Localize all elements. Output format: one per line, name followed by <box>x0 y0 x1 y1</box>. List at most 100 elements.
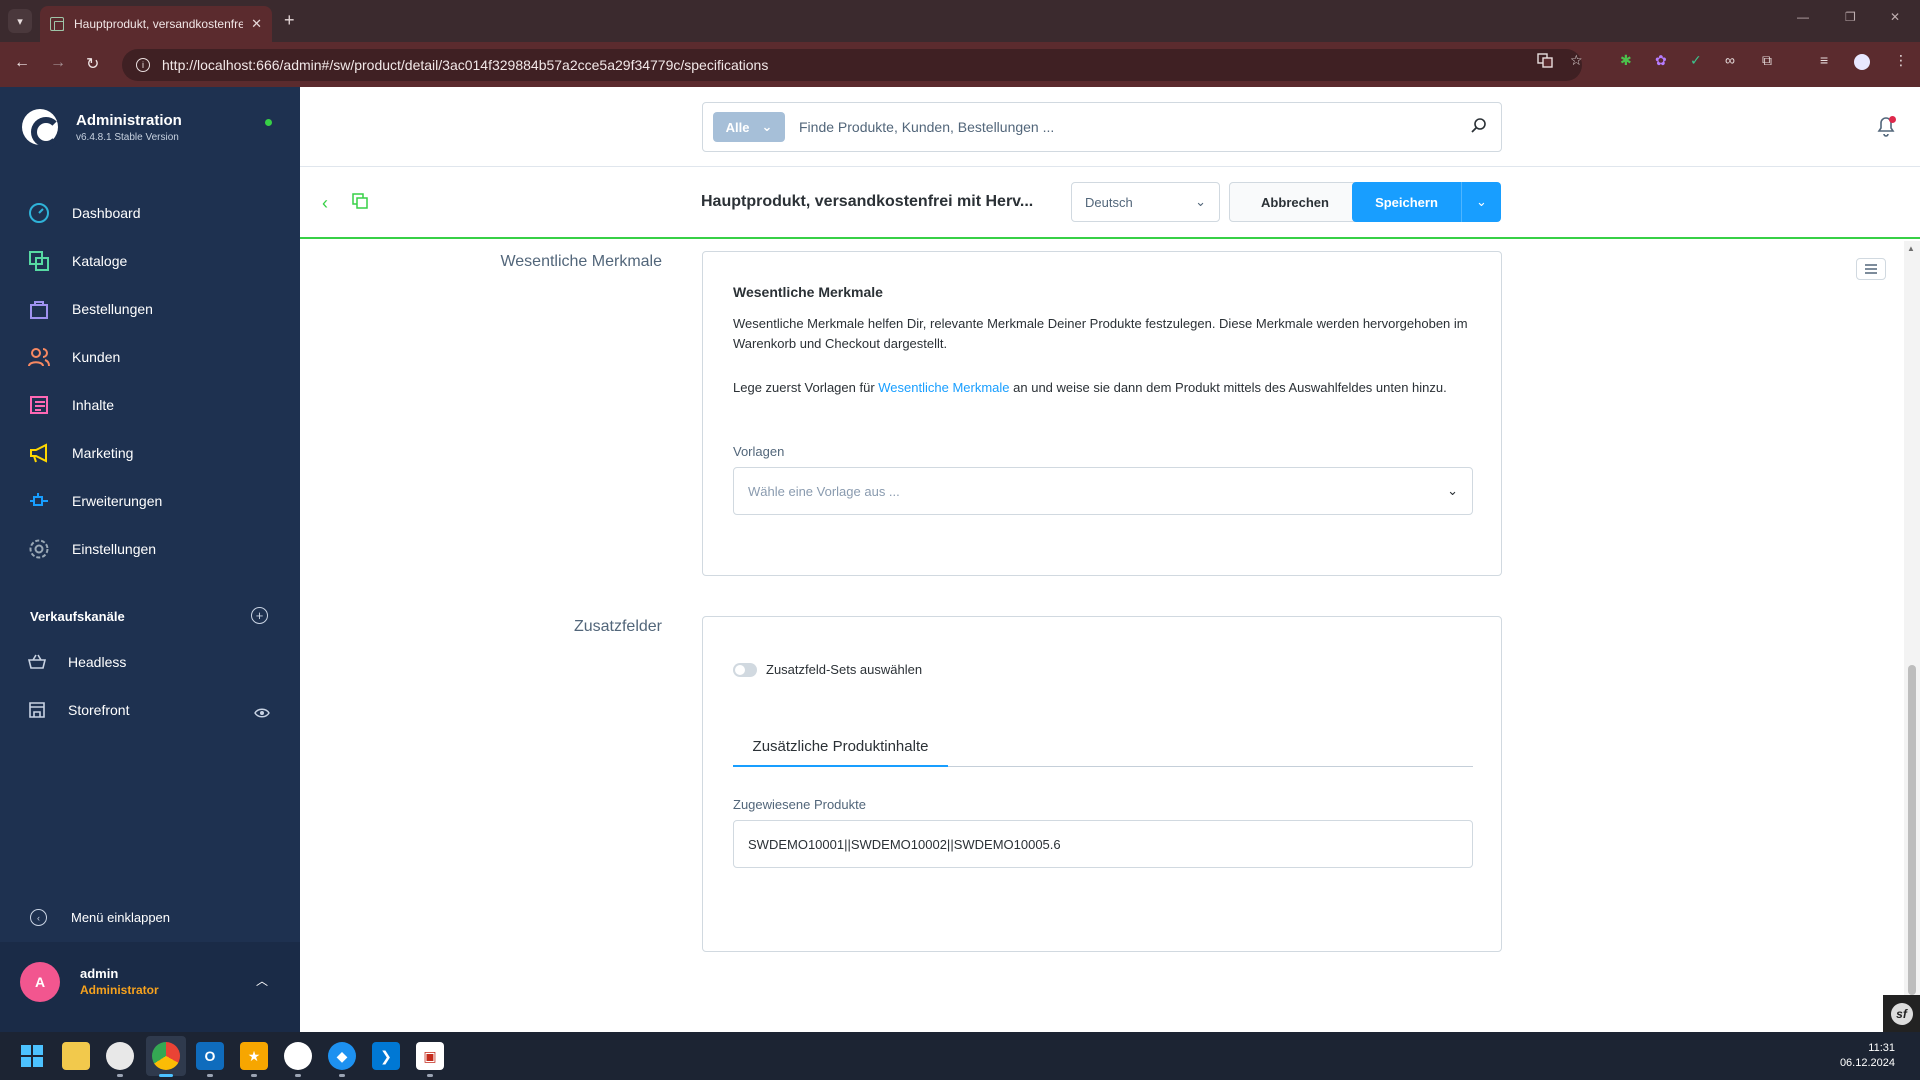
customers-icon <box>28 346 50 368</box>
back-arrow-icon[interactable]: ← <box>14 54 30 72</box>
minimize-button[interactable]: — <box>1797 10 1809 24</box>
sidebar-item-marketing[interactable]: Marketing <box>0 429 300 477</box>
media-controls-icon[interactable]: ≡ <box>1820 52 1828 68</box>
collapse-menu-button[interactable]: ‹ Menü einklappen <box>30 909 170 926</box>
chevron-up-icon[interactable]: ︿ <box>256 972 268 989</box>
brand-title: Administration <box>76 111 182 129</box>
eye-icon[interactable] <box>254 705 270 723</box>
add-sales-channel-icon[interactable]: + <box>251 607 268 624</box>
brand[interactable]: Administration v6.4.8.1 Stable Version <box>22 109 182 147</box>
custom-fields-card: Zusatzfeld-Sets auswählen Zusätzliche Pr… <box>702 616 1502 952</box>
windows-start-icon[interactable] <box>18 1042 46 1070</box>
back-chevron-icon[interactable]: ‹ <box>322 193 328 214</box>
extension-glasses-icon[interactable]: ∞ <box>1725 52 1735 68</box>
site-info-icon[interactable]: i <box>136 58 150 72</box>
global-search[interactable]: Alle ⌄ Finde Produkte, Kunden, Bestellun… <box>702 102 1502 152</box>
reload-icon[interactable]: ↻ <box>86 54 99 74</box>
search-type-select[interactable]: Alle ⌄ <box>713 112 785 142</box>
tab-close-icon[interactable]: ✕ <box>251 16 262 32</box>
custom-field-sets-toggle[interactable]: Zusatzfeld-Sets auswählen <box>733 662 922 677</box>
system-clock[interactable]: 11:31 06.12.2024 <box>1840 1041 1895 1071</box>
vscode-icon[interactable]: ❯ <box>372 1042 400 1070</box>
docker-icon[interactable]: ◆ <box>328 1042 356 1070</box>
sidebar-item-dashboard[interactable]: Dashboard <box>0 189 300 237</box>
hint-text: Lege zuerst Vorlagen für <box>733 380 879 395</box>
user-menu[interactable]: A admin Administrator ︿ <box>0 942 300 1032</box>
scroll-up-icon[interactable]: ▲ <box>1907 244 1915 253</box>
sidebar-item-kataloge[interactable]: Kataloge <box>0 237 300 285</box>
features-link[interactable]: Wesentliche Merkmale <box>878 380 1009 395</box>
extensions-icon <box>28 490 50 512</box>
sidebar-item-label: Kunden <box>72 349 121 365</box>
marketing-icon <box>28 442 50 464</box>
browser-menu-icon[interactable]: ⋮ <box>1894 52 1908 69</box>
address-bar[interactable]: i http://localhost:666/admin#/sw/product… <box>122 49 1582 81</box>
symfony-toolbar-icon[interactable]: sf <box>1883 995 1920 1032</box>
section-label-custom-fields: Zusatzfelder <box>573 618 662 635</box>
translate-icon[interactable] <box>1537 52 1553 71</box>
browser-tab-active[interactable]: Hauptprodukt, versandkostenfrei ✕ <box>40 6 272 42</box>
bookmark-star-icon[interactable]: ☆ <box>1570 52 1583 69</box>
extension-green-icon[interactable]: ✱ <box>1620 52 1632 69</box>
profile-avatar-icon[interactable] <box>1854 54 1870 70</box>
sidebar-item-erweiterungen[interactable]: Erweiterungen <box>0 477 300 525</box>
language-switch[interactable]: Deutsch ⌄ <box>1071 182 1220 222</box>
template-label: Vorlagen <box>733 444 785 459</box>
running-indicator <box>207 1074 213 1077</box>
clock-time: 11:31 <box>1868 1042 1895 1054</box>
brand-version: v6.4.8.1 Stable Version <box>76 131 179 143</box>
running-indicator <box>117 1074 123 1077</box>
tab-favicon-icon <box>50 17 64 31</box>
sidebar-item-einstellungen[interactable]: Einstellungen <box>0 525 300 573</box>
running-indicator <box>295 1074 301 1077</box>
sidebar-item-label: Einstellungen <box>72 541 157 557</box>
new-tab-button[interactable]: + <box>284 10 295 31</box>
orders-icon <box>28 298 50 320</box>
tab-title: Hauptprodukt, versandkostenfrei <box>74 17 244 31</box>
template-select[interactable]: Wähle eine Vorlage aus ... ⌄ <box>733 467 1473 515</box>
sales-channels-heading: Verkaufskanäle <box>30 609 125 624</box>
sidebar-channel-headless[interactable]: Headless <box>28 652 126 672</box>
assigned-products-field[interactable]: SWDEMO10001||SWDEMO10002||SWDEMO10005.6 <box>733 820 1473 868</box>
sidebar-menu-icon[interactable] <box>1856 258 1886 280</box>
maximize-button[interactable]: ❐ <box>1845 10 1856 24</box>
section-label-features: Wesentliche Merkmale <box>500 253 662 270</box>
duplicate-icon[interactable] <box>352 193 368 214</box>
file-explorer-icon[interactable] <box>62 1042 90 1070</box>
sidebar-item-kunden[interactable]: Kunden <box>0 333 300 381</box>
toggle-switch[interactable] <box>733 662 757 677</box>
slack-icon[interactable] <box>284 1042 312 1070</box>
save-options-button[interactable]: ⌄ <box>1461 182 1501 222</box>
sidebar-item-bestellungen[interactable]: Bestellungen <box>0 285 300 333</box>
vpn-app-icon[interactable] <box>106 1042 134 1070</box>
sidebar-item-label: Marketing <box>72 445 134 461</box>
extensions-puzzle-icon[interactable]: ⧉ <box>1762 52 1772 69</box>
forward-arrow-icon[interactable]: → <box>50 54 66 72</box>
url-text: http://localhost:666/admin#/sw/product/d… <box>162 57 769 73</box>
sidebar-item-label: Erweiterungen <box>72 493 163 509</box>
favorites-app-icon[interactable]: ★ <box>240 1042 268 1070</box>
template-placeholder: Wähle eine Vorlage aus ... <box>748 483 900 499</box>
tab-additional-product-content[interactable]: Zusätzliche Produktinhalte <box>733 727 948 767</box>
chevron-down-icon: ⌄ <box>1447 483 1458 498</box>
close-window-button[interactable]: ✕ <box>1890 10 1900 24</box>
extension-purple-icon[interactable]: ✿ <box>1655 52 1667 69</box>
chrome-icon[interactable] <box>152 1042 180 1070</box>
scrollbar-thumb[interactable] <box>1908 665 1916 995</box>
extension-check-icon[interactable]: ✓ <box>1690 52 1702 69</box>
content-icon <box>28 394 50 416</box>
sidebar-channel-storefront[interactable]: Storefront <box>28 700 129 720</box>
collapse-menu-label: Menü einklappen <box>71 910 171 925</box>
sidebar-item-inhalte[interactable]: Inhalte <box>0 381 300 429</box>
chevron-down-icon: ⌄ <box>761 119 773 134</box>
cancel-button[interactable]: Abbrechen <box>1229 182 1361 222</box>
card-description: Wesentliche Merkmale helfen Dir, relevan… <box>733 316 1468 351</box>
tab-search-button[interactable]: ▾ <box>8 9 32 33</box>
shopware-logo-icon <box>22 109 61 147</box>
save-button[interactable]: Speichern <box>1352 182 1461 222</box>
toolbox-app-icon[interactable]: ▣ <box>416 1042 444 1070</box>
admin-sidebar: Administration v6.4.8.1 Stable Version D… <box>0 87 300 1032</box>
outlook-icon[interactable]: O <box>196 1042 224 1070</box>
search-input[interactable]: Finde Produkte, Kunden, Bestellungen ... <box>799 119 1471 135</box>
search-icon[interactable] <box>1471 117 1487 138</box>
